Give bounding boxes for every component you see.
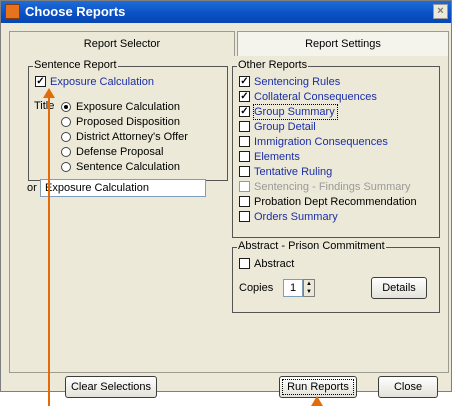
choose-reports-dialog: Choose Reports × Report Selector Report … (0, 0, 452, 398)
radio-label: Exposure Calculation (76, 101, 180, 113)
radio-selected-dot-icon (64, 105, 68, 109)
check-icon: ✓ (240, 76, 249, 87)
checkbox-box[interactable]: ✓ (35, 76, 46, 87)
radio-label: Proposed Disposition (76, 116, 180, 128)
run-reports-button[interactable]: Run Reports (279, 376, 357, 398)
copies-stepper[interactable]: ▲ ▼ (303, 279, 315, 297)
radio-button[interactable] (61, 162, 71, 172)
checkbox-label: Abstract (254, 258, 295, 270)
annotation-arrowhead-left-icon (43, 88, 55, 98)
radio-button[interactable] (61, 102, 71, 112)
or-label: or (27, 182, 37, 194)
checkbox-box[interactable] (239, 136, 250, 147)
checkbox-box[interactable]: ✓ (239, 91, 250, 102)
window-title: Choose Reports (25, 4, 126, 19)
checkbox-label: Group Detail (254, 121, 316, 133)
radio-label: Sentence Calculation (76, 161, 180, 173)
checkbox-label: Sentencing Rules (254, 76, 341, 88)
checkbox-box[interactable] (239, 181, 250, 192)
checkbox-box[interactable]: ✓ (239, 76, 250, 87)
checkbox-box[interactable] (239, 258, 250, 269)
checkbox-label: Probation Dept Recommendation (254, 196, 417, 208)
checkbox-box[interactable] (239, 166, 250, 177)
checkbox-box[interactable] (239, 151, 250, 162)
radio-button[interactable] (61, 132, 71, 142)
checkbox-box[interactable] (239, 211, 250, 222)
clear-selections-button[interactable]: Clear Selections (65, 376, 157, 398)
checkbox-label: Tentative Ruling (254, 166, 333, 178)
checkbox-label: Exposure Calculation (50, 76, 154, 88)
app-icon (5, 4, 20, 19)
annotation-arrowhead-run-icon (311, 396, 323, 406)
stepper-up-icon[interactable]: ▲ (304, 280, 314, 288)
checkbox-box[interactable] (239, 121, 250, 132)
radio-button[interactable] (61, 147, 71, 157)
checkbox-box[interactable] (239, 196, 250, 207)
abstract-group: Abstract - Prison Commitment Abstract Co… (232, 240, 440, 313)
report-selector-panel: Sentence Report ✓ Exposure Calculation T… (9, 56, 449, 373)
checkbox-label: Orders Summary (254, 211, 338, 223)
close-button[interactable]: Close (378, 376, 438, 398)
checkbox-label: Group Summary (253, 104, 338, 120)
tab-report-selector[interactable]: Report Selector (9, 31, 235, 57)
stepper-down-icon[interactable]: ▼ (304, 288, 314, 296)
radio-label: Defense Proposal (76, 146, 164, 158)
check-icon: ✓ (240, 106, 249, 117)
checkbox-label: Elements (254, 151, 300, 163)
abstract-legend: Abstract - Prison Commitment (237, 240, 386, 252)
copies-label: Copies (239, 282, 274, 294)
check-icon: ✓ (36, 76, 45, 87)
copies-input[interactable]: 1 (283, 279, 303, 297)
checkbox-label: Immigration Consequences (254, 136, 388, 148)
other-reports-legend: Other Reports (237, 59, 309, 71)
radio-button[interactable] (61, 117, 71, 127)
close-window-button[interactable]: × (433, 4, 448, 19)
annotation-arrow-line-left (48, 95, 50, 406)
sentence-report-group: Sentence Report ✓ Exposure Calculation T… (28, 59, 228, 181)
title-label: Title (34, 100, 55, 112)
radio-label: District Attorney's Offer (76, 131, 188, 143)
details-button[interactable]: Details (371, 277, 427, 299)
checkbox-label: Collateral Consequences (254, 91, 377, 103)
custom-title-input[interactable]: Exposure Calculation (40, 179, 206, 197)
sentence-report-legend: Sentence Report (33, 59, 118, 71)
other-reports-group: Other Reports ✓ Sentencing Rules ✓ Colla… (232, 59, 440, 238)
check-icon: ✓ (240, 91, 249, 102)
tab-report-settings[interactable]: Report Settings (237, 31, 449, 57)
checkbox-box[interactable]: ✓ (239, 106, 250, 117)
checkbox-label: Sentencing - Findings Summary (254, 181, 411, 193)
title-bar[interactable]: Choose Reports × (1, 1, 451, 23)
